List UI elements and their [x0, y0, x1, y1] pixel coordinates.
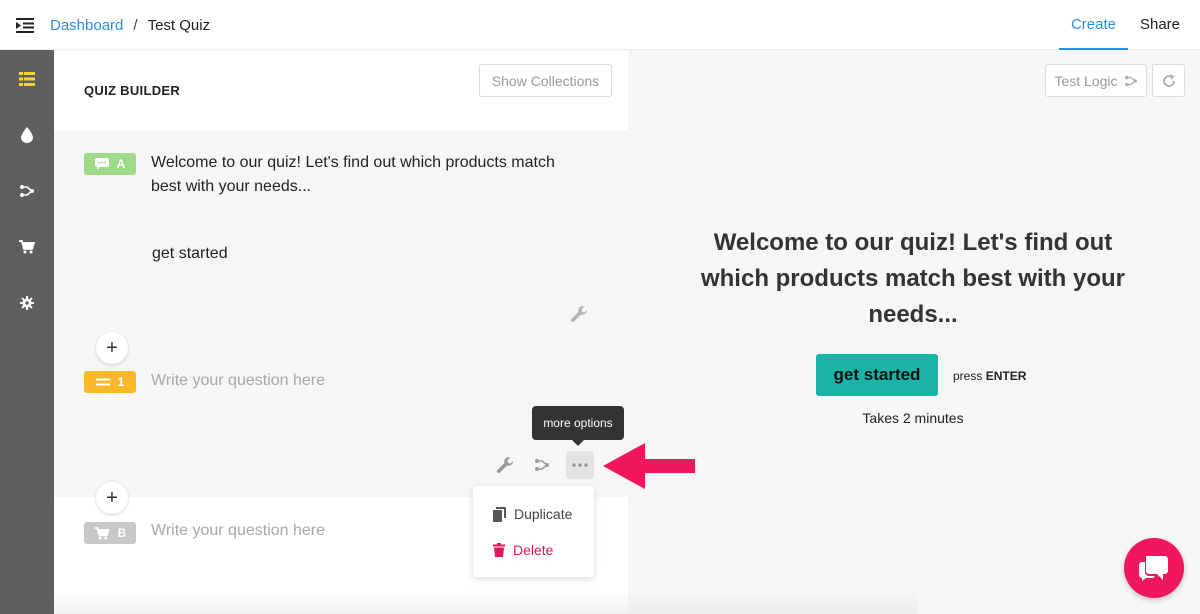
builder-footer-shade	[54, 590, 628, 614]
drop-icon	[21, 127, 33, 143]
logic-icon	[1124, 75, 1137, 86]
top-tabs: Create Share	[1058, 0, 1200, 50]
refresh-preview-button[interactable]	[1152, 64, 1185, 97]
copy-icon	[493, 506, 506, 522]
preview-footer-shade	[628, 590, 918, 614]
sidebar-item-builder[interactable]	[0, 59, 54, 99]
sidebar-item-settings[interactable]	[0, 283, 54, 323]
welcome-text[interactable]: Welcome to our quiz! Let's find out whic…	[151, 151, 581, 199]
cart-icon	[94, 526, 110, 540]
preview-welcome-title: Welcome to our quiz! Let's find out whic…	[700, 229, 1126, 328]
add-question-button[interactable]: +	[96, 482, 128, 514]
welcome-button-label[interactable]: get started	[152, 245, 228, 263]
more-options-button[interactable]	[566, 451, 594, 479]
test-logic-button[interactable]: Test Logic	[1045, 64, 1147, 97]
duplicate-menu-item[interactable]: Duplicate	[493, 506, 572, 522]
sidebar	[0, 50, 54, 614]
builder-title: QUIZ BUILDER	[84, 83, 181, 98]
press-enter-hint: press ENTER	[953, 369, 1026, 383]
list-icon	[19, 72, 35, 86]
quiz-duration: Takes 2 minutes	[862, 410, 964, 426]
add-question-button[interactable]: +	[96, 332, 128, 364]
top-bar: Dashboard / Test Quiz Create Share	[0, 0, 1200, 50]
more-dots-icon	[572, 463, 588, 467]
press-label: press	[953, 369, 983, 383]
breadcrumb-current: Test Quiz	[147, 17, 211, 34]
question-1-input[interactable]: Write your question here	[151, 372, 325, 390]
chat-widget-button[interactable]	[1124, 538, 1184, 598]
question-b-input[interactable]: Write your question here	[151, 522, 325, 540]
quiz-builder-panel: QUIZ BUILDER Show Collections A Welcome …	[54, 50, 628, 614]
quiz-preview-panel: Test Logic Welcome to our quiz! Let's fi…	[628, 50, 1200, 614]
welcome-badge[interactable]: A	[84, 153, 136, 175]
breadcrumb: Dashboard / Test Quiz	[50, 17, 210, 34]
question-logic-icon[interactable]	[528, 451, 556, 479]
tab-share[interactable]: Share	[1128, 0, 1200, 50]
duplicate-label: Duplicate	[514, 506, 573, 522]
question-1-badge[interactable]: 1	[84, 371, 136, 393]
more-options-tooltip: more options	[532, 406, 624, 446]
show-collections-button[interactable]: Show Collections	[479, 64, 612, 97]
welcome-settings-wrench-icon[interactable]	[570, 305, 588, 328]
sidebar-item-logic[interactable]	[0, 171, 54, 211]
question-b-badge-label: B	[117, 526, 127, 540]
breadcrumb-separator: /	[133, 17, 138, 34]
refresh-icon	[1162, 73, 1175, 87]
question-1-badge-label: 1	[117, 375, 125, 389]
question-b-badge[interactable]: B	[84, 522, 136, 544]
tab-create[interactable]: Create	[1058, 0, 1128, 50]
more-options-menu: Duplicate Delete	[473, 486, 594, 577]
delete-label: Delete	[513, 542, 554, 558]
trash-icon	[493, 543, 505, 557]
test-logic-label: Test Logic	[1054, 72, 1118, 89]
press-key: ENTER	[985, 369, 1027, 383]
chat-icon	[1139, 556, 1168, 581]
pointer-arrow-icon	[603, 443, 695, 494]
get-started-button[interactable]: get started	[816, 354, 938, 396]
builder-header: QUIZ BUILDER Show Collections	[54, 50, 628, 130]
equals-icon	[95, 378, 110, 386]
breadcrumb-dashboard-link[interactable]: Dashboard	[50, 17, 123, 34]
menu-toggle-icon[interactable]	[16, 16, 34, 34]
welcome-badge-label: A	[116, 157, 126, 171]
logic-icon	[20, 185, 34, 197]
gear-icon	[20, 296, 34, 310]
delete-menu-item[interactable]: Delete	[493, 542, 553, 558]
sidebar-item-design[interactable]	[0, 115, 54, 155]
question-settings-wrench-icon[interactable]	[491, 451, 519, 479]
chat-bubble-icon	[94, 158, 109, 170]
cart-icon	[19, 240, 35, 254]
sidebar-item-products[interactable]	[0, 227, 54, 267]
